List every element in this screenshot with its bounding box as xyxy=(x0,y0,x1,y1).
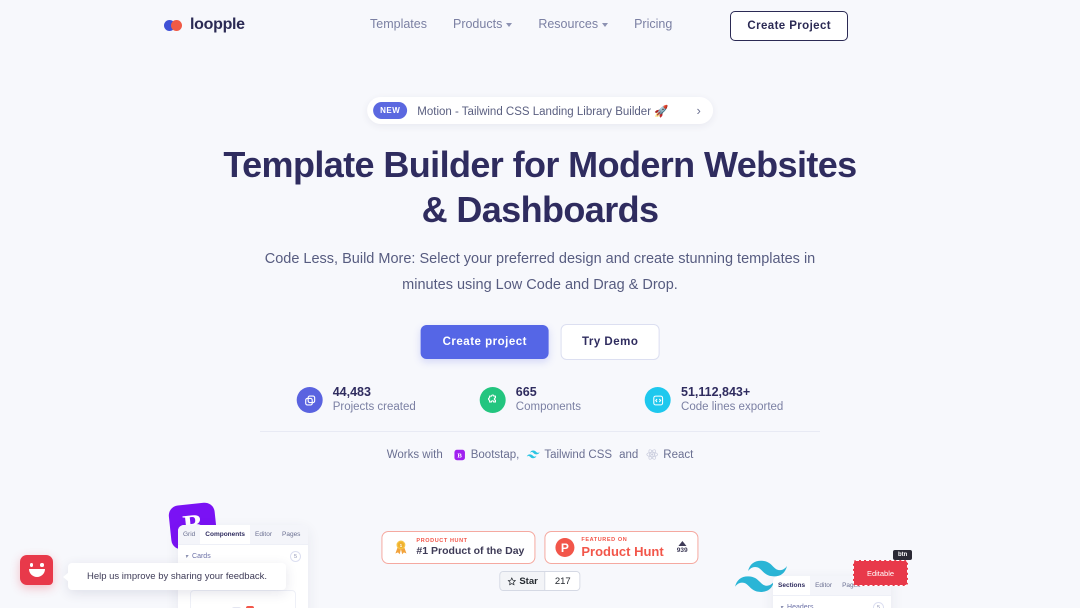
tech-bootstrap: B Bootstap, xyxy=(453,448,520,461)
chevron-down-icon: ▾ xyxy=(185,554,189,560)
badge-kicker: FEATURED ON xyxy=(581,536,628,543)
stat-label: Components xyxy=(515,401,582,413)
panel-section-headers[interactable]: ▾ Headers 5 xyxy=(773,596,891,608)
panel-tab-editor[interactable]: Editor xyxy=(810,576,837,595)
stat-value: 665 xyxy=(515,385,537,399)
tech-react: React xyxy=(645,448,693,461)
product-hunt-icon: P xyxy=(555,538,575,557)
works-with-label: Works with xyxy=(386,448,443,461)
preview-mini-card xyxy=(190,590,296,608)
copy-icon xyxy=(296,387,323,413)
stat-label: Code lines exported xyxy=(681,401,784,413)
brand-name: loopple xyxy=(190,16,245,33)
nav-item-resources[interactable]: Resources xyxy=(538,17,609,31)
editable-element-highlight[interactable]: Editable xyxy=(853,560,908,586)
nav-item-label: Resources xyxy=(538,17,599,31)
nav-links: Templates Products Resources Pricing xyxy=(370,17,672,31)
element-tag-label: btn xyxy=(893,550,913,560)
create-project-button[interactable]: Create Project xyxy=(730,11,848,41)
github-star-button[interactable]: Star 217 xyxy=(499,571,581,591)
product-of-the-day-badge[interactable]: 1 PRODUCT HUNT #1 Product of the Day xyxy=(381,531,536,564)
nav-item-templates[interactable]: Templates xyxy=(370,17,427,31)
nav-item-products[interactable]: Products xyxy=(452,17,513,31)
tech-label: Bootstap, xyxy=(470,448,520,461)
tech-label: Tailwind CSS xyxy=(544,448,613,461)
star-button[interactable]: Star xyxy=(500,572,546,590)
stat-value: 44,483 xyxy=(332,385,371,399)
code-icon xyxy=(645,387,672,413)
page-subtitle: Code Less, Build More: Select your prefe… xyxy=(264,251,816,293)
bootstrap-icon: B xyxy=(453,448,466,461)
panel-section-label: Headers xyxy=(787,604,814,608)
tech-tailwind: Tailwind CSS xyxy=(526,448,612,461)
loopple-logo-dots-icon xyxy=(164,19,184,31)
svg-text:B: B xyxy=(457,452,462,459)
chevron-down-icon xyxy=(602,23,609,27)
stat-components: 665 Components xyxy=(479,385,582,415)
chevron-right-icon: › xyxy=(696,103,701,118)
try-demo-button[interactable]: Try Demo xyxy=(560,324,660,360)
tailwind-icon xyxy=(526,448,540,461)
upvote-count: 939 xyxy=(676,540,688,555)
badge-title: Product Hunt xyxy=(581,543,664,559)
product-hunt-badges: 1 PRODUCT HUNT #1 Product of the Day P F… xyxy=(381,531,699,564)
tech-label: React xyxy=(663,448,694,461)
chevron-down-icon: ▾ xyxy=(780,605,784,608)
puzzle-icon xyxy=(479,387,506,413)
chevron-down-icon xyxy=(506,23,513,27)
navbar: loopple Templates Products Resources Pri… xyxy=(0,0,1080,52)
nav-item-label: Pricing xyxy=(634,17,673,31)
medal-icon: 1 xyxy=(392,539,409,556)
stat-label: Projects created xyxy=(332,401,416,413)
bootstrap-preview: B Grid Components Editor Pages ▾ Cards 5 xyxy=(140,498,320,608)
works-with-conjunction: and xyxy=(619,448,639,461)
announcement-badge: NEW xyxy=(373,102,408,119)
feedback-button[interactable] xyxy=(20,555,53,585)
stat-projects-created: 44,483 Projects created xyxy=(296,385,416,415)
section-divider xyxy=(260,431,820,432)
stat-value: 51,112,843+ xyxy=(681,385,751,399)
star-label: Star xyxy=(519,575,538,587)
brand-logo[interactable]: loopple xyxy=(164,16,245,34)
page-title: Template Builder for Modern Websites & D… xyxy=(223,144,857,230)
works-with-row: Works with B Bootstap, Tailwind CSS and xyxy=(387,448,694,461)
announcement-pill[interactable]: NEW Motion - Tailwind CSS Landing Librar… xyxy=(367,97,713,124)
cta-row: Create project Try Demo xyxy=(420,324,660,360)
smiley-feedback-icon xyxy=(28,563,46,577)
react-icon xyxy=(645,448,658,461)
nav-item-label: Products xyxy=(452,17,503,31)
badge-kicker: PRODUCT HUNT xyxy=(416,537,468,544)
star-icon xyxy=(507,576,517,585)
panel-tabs: Grid Components Editor Pages xyxy=(178,525,308,545)
feedback-tooltip: Help us improve by sharing your feedback… xyxy=(63,563,286,590)
panel-tab-sections[interactable]: Sections xyxy=(773,576,811,595)
panel-section-count: 5 xyxy=(873,602,884,608)
panel-section-label: Cards xyxy=(192,553,211,560)
create-project-cta-button[interactable]: Create project xyxy=(420,325,549,359)
panel-tab-editor[interactable]: Editor xyxy=(250,525,277,544)
featured-on-product-hunt-badge[interactable]: P FEATURED ON Product Hunt 939 xyxy=(544,531,699,564)
stats-row: 44,483 Projects created 665 Components 5… xyxy=(296,385,783,415)
stat-code-lines-exported: 51,112,843+ Code lines exported xyxy=(645,385,783,415)
panel-tab-components[interactable]: Components xyxy=(200,525,251,544)
badge-title: #1 Product of the Day xyxy=(416,544,525,557)
panel-tab-pages[interactable]: Pages xyxy=(277,525,305,544)
tailwind-preview: Sections Editor Pages ▾ Headers 5 Editab… xyxy=(735,550,975,608)
nav-item-pricing[interactable]: Pricing xyxy=(634,17,672,31)
panel-tab-grid[interactable]: Grid xyxy=(178,525,200,544)
landing-page: loopple Templates Products Resources Pri… xyxy=(0,0,1080,608)
nav-item-label: Templates xyxy=(370,17,427,31)
upvote-count-value: 939 xyxy=(676,546,688,554)
announcement-text: Motion - Tailwind CSS Landing Library Bu… xyxy=(417,105,669,118)
panel-section-count: 5 xyxy=(290,551,301,562)
star-count: 217 xyxy=(545,572,580,590)
